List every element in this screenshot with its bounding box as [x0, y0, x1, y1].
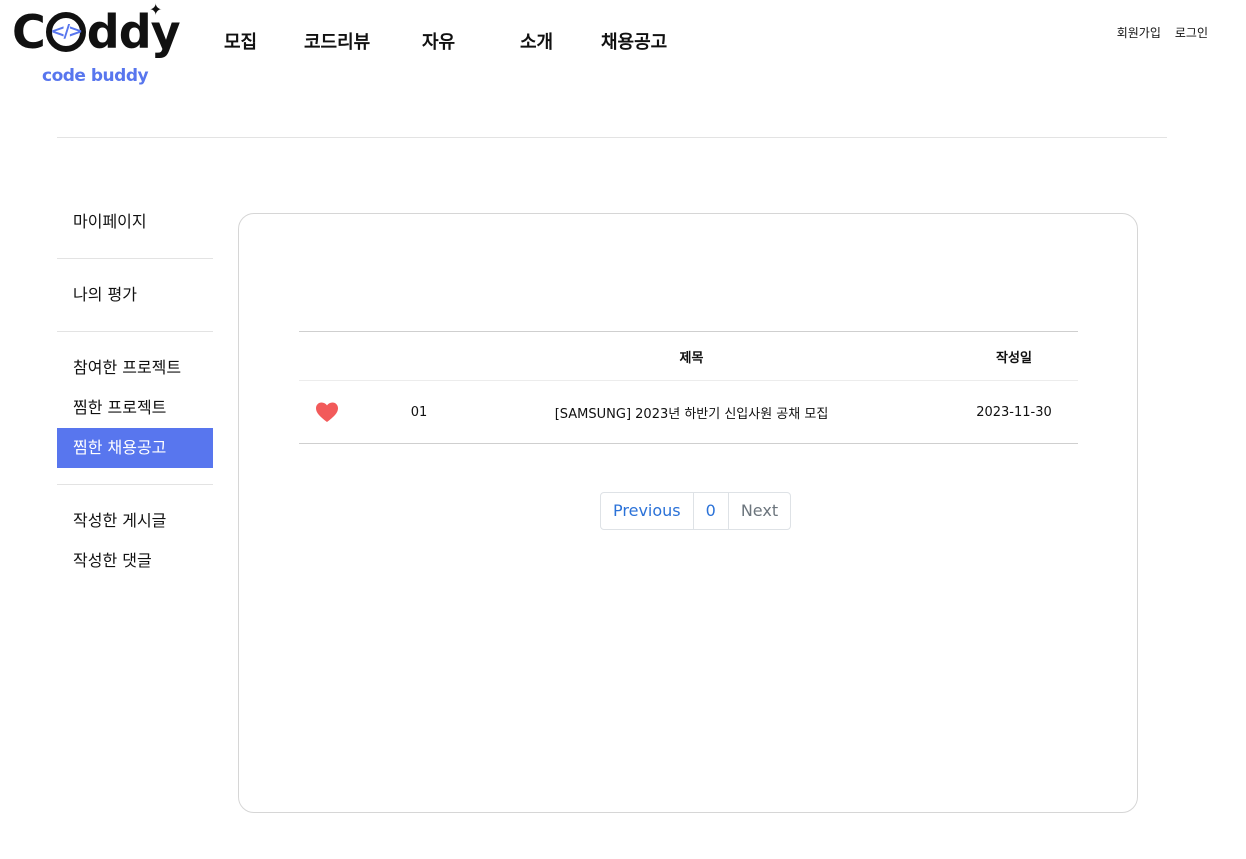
- sidebar-item-my-comments[interactable]: 작성한 댓글: [57, 541, 213, 581]
- sidebar-item-liked-jobs[interactable]: 찜한 채용공고: [57, 428, 213, 468]
- sidebar: 마이페이지 나의 평가 참여한 프로젝트 찜한 프로젝트 찜한 채용공고 작성한…: [57, 202, 213, 581]
- sidebar-item-mypage[interactable]: 마이페이지: [57, 202, 213, 242]
- auth-links: 회원가입 로그인: [1117, 24, 1208, 41]
- header-divider: [57, 137, 1167, 138]
- nav-item-recruit[interactable]: 모집: [224, 28, 257, 54]
- logo-prefix: C: [12, 5, 46, 59]
- logo-suffix: ddy: [86, 5, 181, 59]
- logo[interactable]: C </> ddy ✦ code buddy: [12, 0, 181, 98]
- nav-item-jobs[interactable]: 채용공고: [601, 28, 667, 54]
- signup-link[interactable]: 회원가입: [1117, 24, 1161, 41]
- sidebar-item-joined-projects[interactable]: 참여한 프로젝트: [57, 348, 213, 388]
- sparkle-icon: ✦: [149, 0, 163, 19]
- row-title[interactable]: [SAMSUNG] 2023년 하반기 신입사원 공채 모집: [499, 381, 884, 443]
- next-page-button[interactable]: Next: [727, 493, 790, 529]
- heart-icon[interactable]: [315, 401, 339, 423]
- nav-item-free[interactable]: 자유: [422, 28, 455, 54]
- login-link[interactable]: 로그인: [1175, 24, 1208, 41]
- content-card: 제목 작성일 01 [SAMSUNG] 2023년 하반기 신입사원 공채 모집…: [238, 213, 1138, 813]
- like-cell: [299, 381, 355, 443]
- logo-subtitle: code buddy: [42, 66, 149, 86]
- table-row[interactable]: 01 [SAMSUNG] 2023년 하반기 신입사원 공채 모집 2023-1…: [299, 381, 1078, 444]
- row-number: 01: [410, 404, 428, 420]
- liked-jobs-table: 제목 작성일 01 [SAMSUNG] 2023년 하반기 신입사원 공채 모집…: [299, 331, 1078, 444]
- pagination: Previous 0 Next: [600, 492, 792, 530]
- column-header-date: 작성일: [996, 350, 1032, 366]
- code-brackets-icon: </>: [45, 12, 86, 52]
- table-header: 제목 작성일: [299, 331, 1078, 381]
- column-header-title: 제목: [679, 350, 704, 366]
- sidebar-divider: [57, 258, 213, 259]
- nav-item-code-review[interactable]: 코드리뷰: [304, 28, 370, 54]
- sidebar-item-liked-projects[interactable]: 찜한 프로젝트: [57, 388, 213, 428]
- sidebar-item-my-posts[interactable]: 작성한 게시글: [57, 501, 213, 541]
- sidebar-divider: [57, 331, 213, 332]
- nav-item-intro[interactable]: 소개: [520, 28, 553, 54]
- sidebar-item-my-rating[interactable]: 나의 평가: [57, 275, 213, 315]
- row-date: 2023-11-30: [976, 404, 1052, 420]
- previous-page-button[interactable]: Previous: [601, 493, 693, 529]
- page-number-button[interactable]: 0: [692, 493, 728, 529]
- sidebar-divider: [57, 484, 213, 485]
